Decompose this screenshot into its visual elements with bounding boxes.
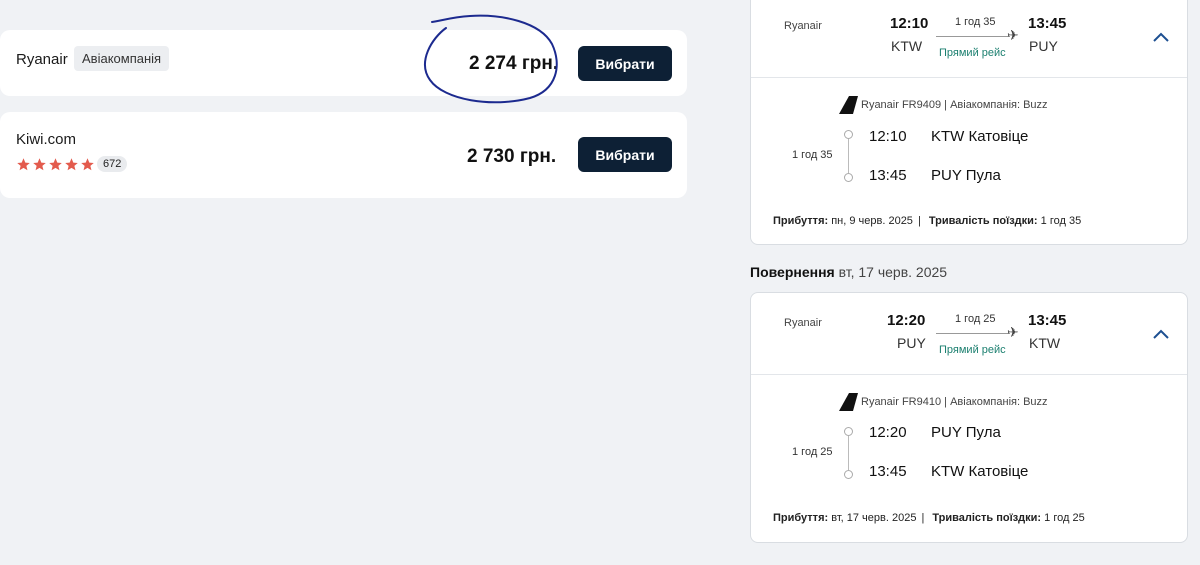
airline-name: Ryanair: [784, 20, 822, 32]
departure-code: KTW: [891, 38, 923, 54]
arrival-code: KTW: [1029, 335, 1061, 351]
segment-duration: 1 год 35: [792, 149, 833, 161]
route-line: [936, 36, 1010, 37]
arrival-summary: Прибуття: пн, 9 черв. 2025 | Тривалість п…: [773, 215, 1081, 227]
arrival-date: пн, 9 черв. 2025: [831, 215, 913, 227]
departure-code: PUY: [897, 335, 926, 351]
segment-arrival-place: PUY Пула: [931, 167, 1001, 184]
offer-price: 2 274 грн.: [469, 53, 559, 74]
arrival-summary: Прибуття: вт, 17 черв. 2025 | Тривалість …: [773, 512, 1085, 524]
flight-summary[interactable]: Ryanair 12:20 PUY 1 год 25 ✈ Прямий рейс…: [751, 293, 1187, 375]
segment-departure-time: 12:10: [869, 128, 907, 145]
route-line: [936, 333, 1010, 334]
arrival-code: PUY: [1029, 38, 1058, 54]
chevron-up-icon[interactable]: [1151, 327, 1171, 341]
trip-duration-label: Тривалість поїздки:: [928, 215, 1038, 227]
flight-duration: 1 год 25: [955, 313, 996, 325]
arrival-date: вт, 17 черв. 2025: [831, 512, 917, 524]
segment-departure-time: 12:20: [869, 424, 907, 441]
rating-stars: [16, 157, 95, 172]
arrival-label: Прибуття:: [773, 512, 829, 524]
star-icon: [81, 158, 94, 171]
airline-tail-icon: [839, 96, 858, 114]
select-offer-button[interactable]: Вибрати: [578, 46, 672, 81]
airline-badge: Авіакомпанія: [74, 46, 170, 71]
airline-name: Ryanair: [784, 317, 822, 329]
arrival-time: 13:45: [1028, 312, 1067, 329]
direct-flight-label: Прямий рейс: [939, 344, 1006, 356]
outbound-flight-card: Ryanair 12:10 KTW 1 год 35 ✈ Прямий рейс…: [750, 0, 1188, 245]
offer-provider-name: Ryanair: [16, 51, 68, 68]
offer-price: 2 730 грн.: [467, 146, 557, 167]
review-count-bubble[interactable]: 672: [97, 156, 128, 172]
segment-arrival-time: 13:45: [869, 463, 907, 480]
return-section-title: Повернення вт, 17 черв. 2025: [750, 264, 947, 280]
timeline-line: [848, 436, 849, 470]
timeline-dot: [844, 130, 853, 139]
segment-arrival-place: KTW Катовіце: [931, 463, 1029, 480]
timeline-line: [848, 139, 849, 173]
star-icon: [17, 158, 30, 171]
return-flight-card: Ryanair 12:20 PUY 1 год 25 ✈ Прямий рейс…: [750, 292, 1188, 543]
chevron-up-icon[interactable]: [1151, 30, 1171, 44]
return-date: вт, 17 черв. 2025: [838, 264, 948, 280]
timeline-dot: [844, 470, 853, 479]
star-icon: [49, 158, 62, 171]
segment-duration: 1 год 25: [792, 446, 833, 458]
select-offer-button[interactable]: Вибрати: [578, 137, 672, 172]
star-icon: [65, 158, 78, 171]
flight-number-info: Ryanair FR9409 | Авіакомпанія: Buzz: [861, 99, 1048, 111]
trip-duration-value: 1 год 35: [1040, 215, 1082, 227]
offer-card-ryanair: Ryanair Авіакомпанія 2 274 грн. Вибрати: [0, 30, 687, 96]
plane-icon: ✈: [1007, 324, 1019, 340]
segment-departure-place: KTW Катовіце: [931, 128, 1029, 145]
return-label: Повернення: [750, 264, 835, 280]
segment-departure-place: PUY Пула: [931, 424, 1001, 441]
timeline-dot: [844, 173, 853, 182]
arrival-label: Прибуття:: [773, 215, 829, 227]
plane-icon: ✈: [1007, 27, 1019, 43]
flight-summary[interactable]: Ryanair 12:10 KTW 1 год 35 ✈ Прямий рейс…: [751, 0, 1187, 78]
offer-provider-name: Kiwi.com: [16, 131, 77, 148]
separator: |: [917, 215, 921, 227]
trip-duration-label: Тривалість поїздки:: [932, 512, 1042, 524]
airline-tail-icon: [839, 393, 858, 411]
star-icon: [33, 158, 46, 171]
direct-flight-label: Прямий рейс: [939, 47, 1006, 59]
timeline-dot: [844, 427, 853, 436]
flight-duration: 1 год 35: [955, 16, 996, 28]
arrival-time: 13:45: [1028, 15, 1067, 32]
offer-card-kiwi: Kiwi.com 672 2 730 грн. Вибрати: [0, 112, 687, 198]
separator: |: [921, 512, 925, 524]
departure-time: 12:20: [887, 312, 926, 329]
trip-duration-value: 1 год 25: [1044, 512, 1085, 524]
flight-number-info: Ryanair FR9410 | Авіакомпанія: Buzz: [861, 396, 1048, 408]
departure-time: 12:10: [890, 15, 929, 32]
segment-arrival-time: 13:45: [869, 167, 907, 184]
